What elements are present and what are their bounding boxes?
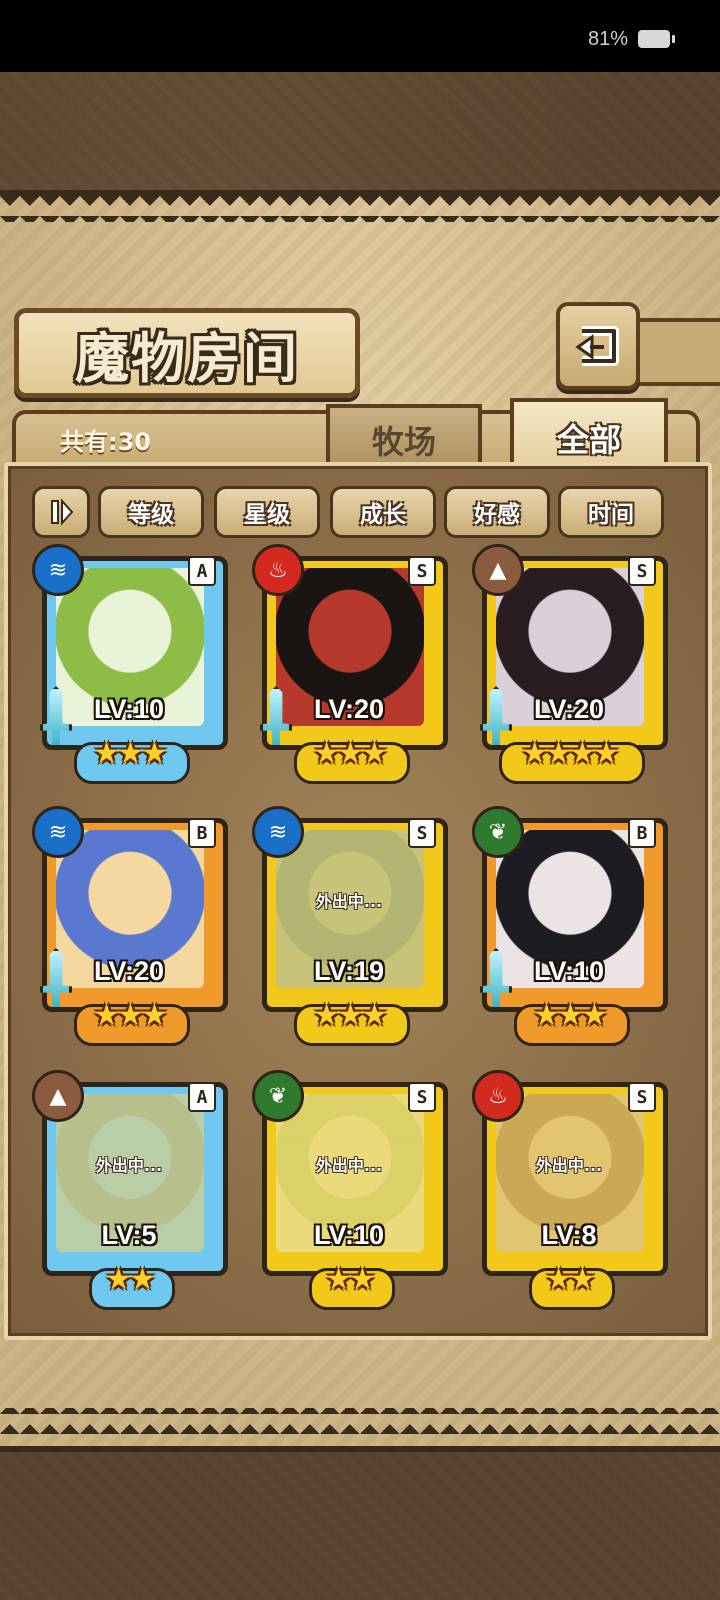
panel-bottom-edge (0, 1408, 720, 1434)
rank-badge: S (408, 818, 436, 848)
monster-level: LV:5 (101, 1220, 157, 1250)
rank-badge: A (188, 1082, 216, 1112)
fire-element-icon: ♨ (472, 1070, 524, 1122)
monster-card[interactable]: S ≋ 外出中... LV:19 ★★★ (252, 806, 448, 1046)
monster-card[interactable]: B ≋ LV:20 ★★★ (32, 806, 228, 1046)
battery-icon (638, 30, 675, 48)
star-rating: ★★★ (313, 736, 388, 771)
earth-element-icon: ▲ (472, 544, 524, 596)
back-arrow-icon (575, 326, 619, 366)
title-plate: 魔物房间 (14, 308, 360, 398)
rank-badge: S (628, 556, 656, 586)
earth-element-icon: ▲ (32, 1070, 84, 1122)
filter-star-button[interactable]: 星级 (214, 486, 320, 538)
sort-order-icon (51, 498, 74, 526)
star-rating: ★★ (105, 1262, 156, 1297)
status-bar: 81% (0, 0, 720, 72)
monster-count: 共有:30 (60, 428, 151, 456)
star-rating: ★★★ (93, 736, 168, 771)
page-title: 魔物房间 (75, 325, 299, 390)
monster-level: LV:20 (533, 694, 605, 724)
water-element-icon: ≋ (32, 806, 84, 858)
star-rating: ★★★ (93, 998, 168, 1033)
monster-card[interactable]: A ▲ 外出中... LV:5 ★★ (32, 1070, 228, 1310)
battery-percent: 81% (587, 28, 628, 50)
monster-level: LV:20 (93, 956, 165, 986)
wood-element-icon: ❦ (472, 806, 524, 858)
monster-level: LV:10 (533, 956, 605, 986)
water-element-icon: ≋ (32, 544, 84, 596)
monster-card[interactable]: A ≋ LV:10 ★★★ (32, 544, 228, 784)
away-status: 外出中... (95, 1156, 163, 1175)
away-status: 外出中... (315, 892, 383, 911)
fire-element-icon: ♨ (252, 544, 304, 596)
star-rating: ★★★★ (521, 736, 620, 771)
monster-level: LV:10 (313, 1220, 385, 1250)
back-rail (632, 318, 720, 386)
filter-level-button[interactable]: 等级 (98, 486, 204, 538)
monster-level: LV:8 (541, 1220, 597, 1250)
monster-level: LV:10 (93, 694, 165, 724)
water-element-icon: ≋ (252, 806, 304, 858)
rank-badge: S (628, 1082, 656, 1112)
monster-card[interactable]: B ❦ LV:10 ★★★ (472, 806, 668, 1046)
monster-card[interactable]: S ▲ LV:20 ★★★★ (472, 544, 668, 784)
filter-growth-button[interactable]: 成长 (330, 486, 436, 538)
away-status: 外出中... (535, 1156, 603, 1175)
filter-time-button[interactable]: 时间 (558, 486, 664, 538)
monster-level: LV:19 (313, 956, 385, 986)
filter-favor-button[interactable]: 好感 (444, 486, 550, 538)
away-status: 外出中... (315, 1156, 383, 1175)
monster-level: LV:20 (313, 694, 385, 724)
panel-top-edge (0, 196, 720, 222)
rank-badge: A (188, 556, 216, 586)
rank-badge: B (188, 818, 216, 848)
monster-card[interactable]: S ❦ 外出中... LV:10 ★★ (252, 1070, 448, 1310)
star-rating: ★★ (545, 1262, 596, 1297)
sort-order-button[interactable] (32, 486, 90, 538)
wood-element-icon: ❦ (252, 1070, 304, 1122)
back-button[interactable] (556, 302, 640, 390)
rank-badge: S (408, 556, 436, 586)
star-rating: ★★★ (313, 998, 388, 1033)
monster-card[interactable]: S ♨ 外出中... LV:8 ★★ (472, 1070, 668, 1310)
monster-card[interactable]: S ♨ LV:20 ★★★ (252, 544, 448, 784)
rank-badge: B (628, 818, 656, 848)
star-rating: ★★ (325, 1262, 376, 1297)
star-rating: ★★★ (533, 998, 608, 1033)
rank-badge: S (408, 1082, 436, 1112)
